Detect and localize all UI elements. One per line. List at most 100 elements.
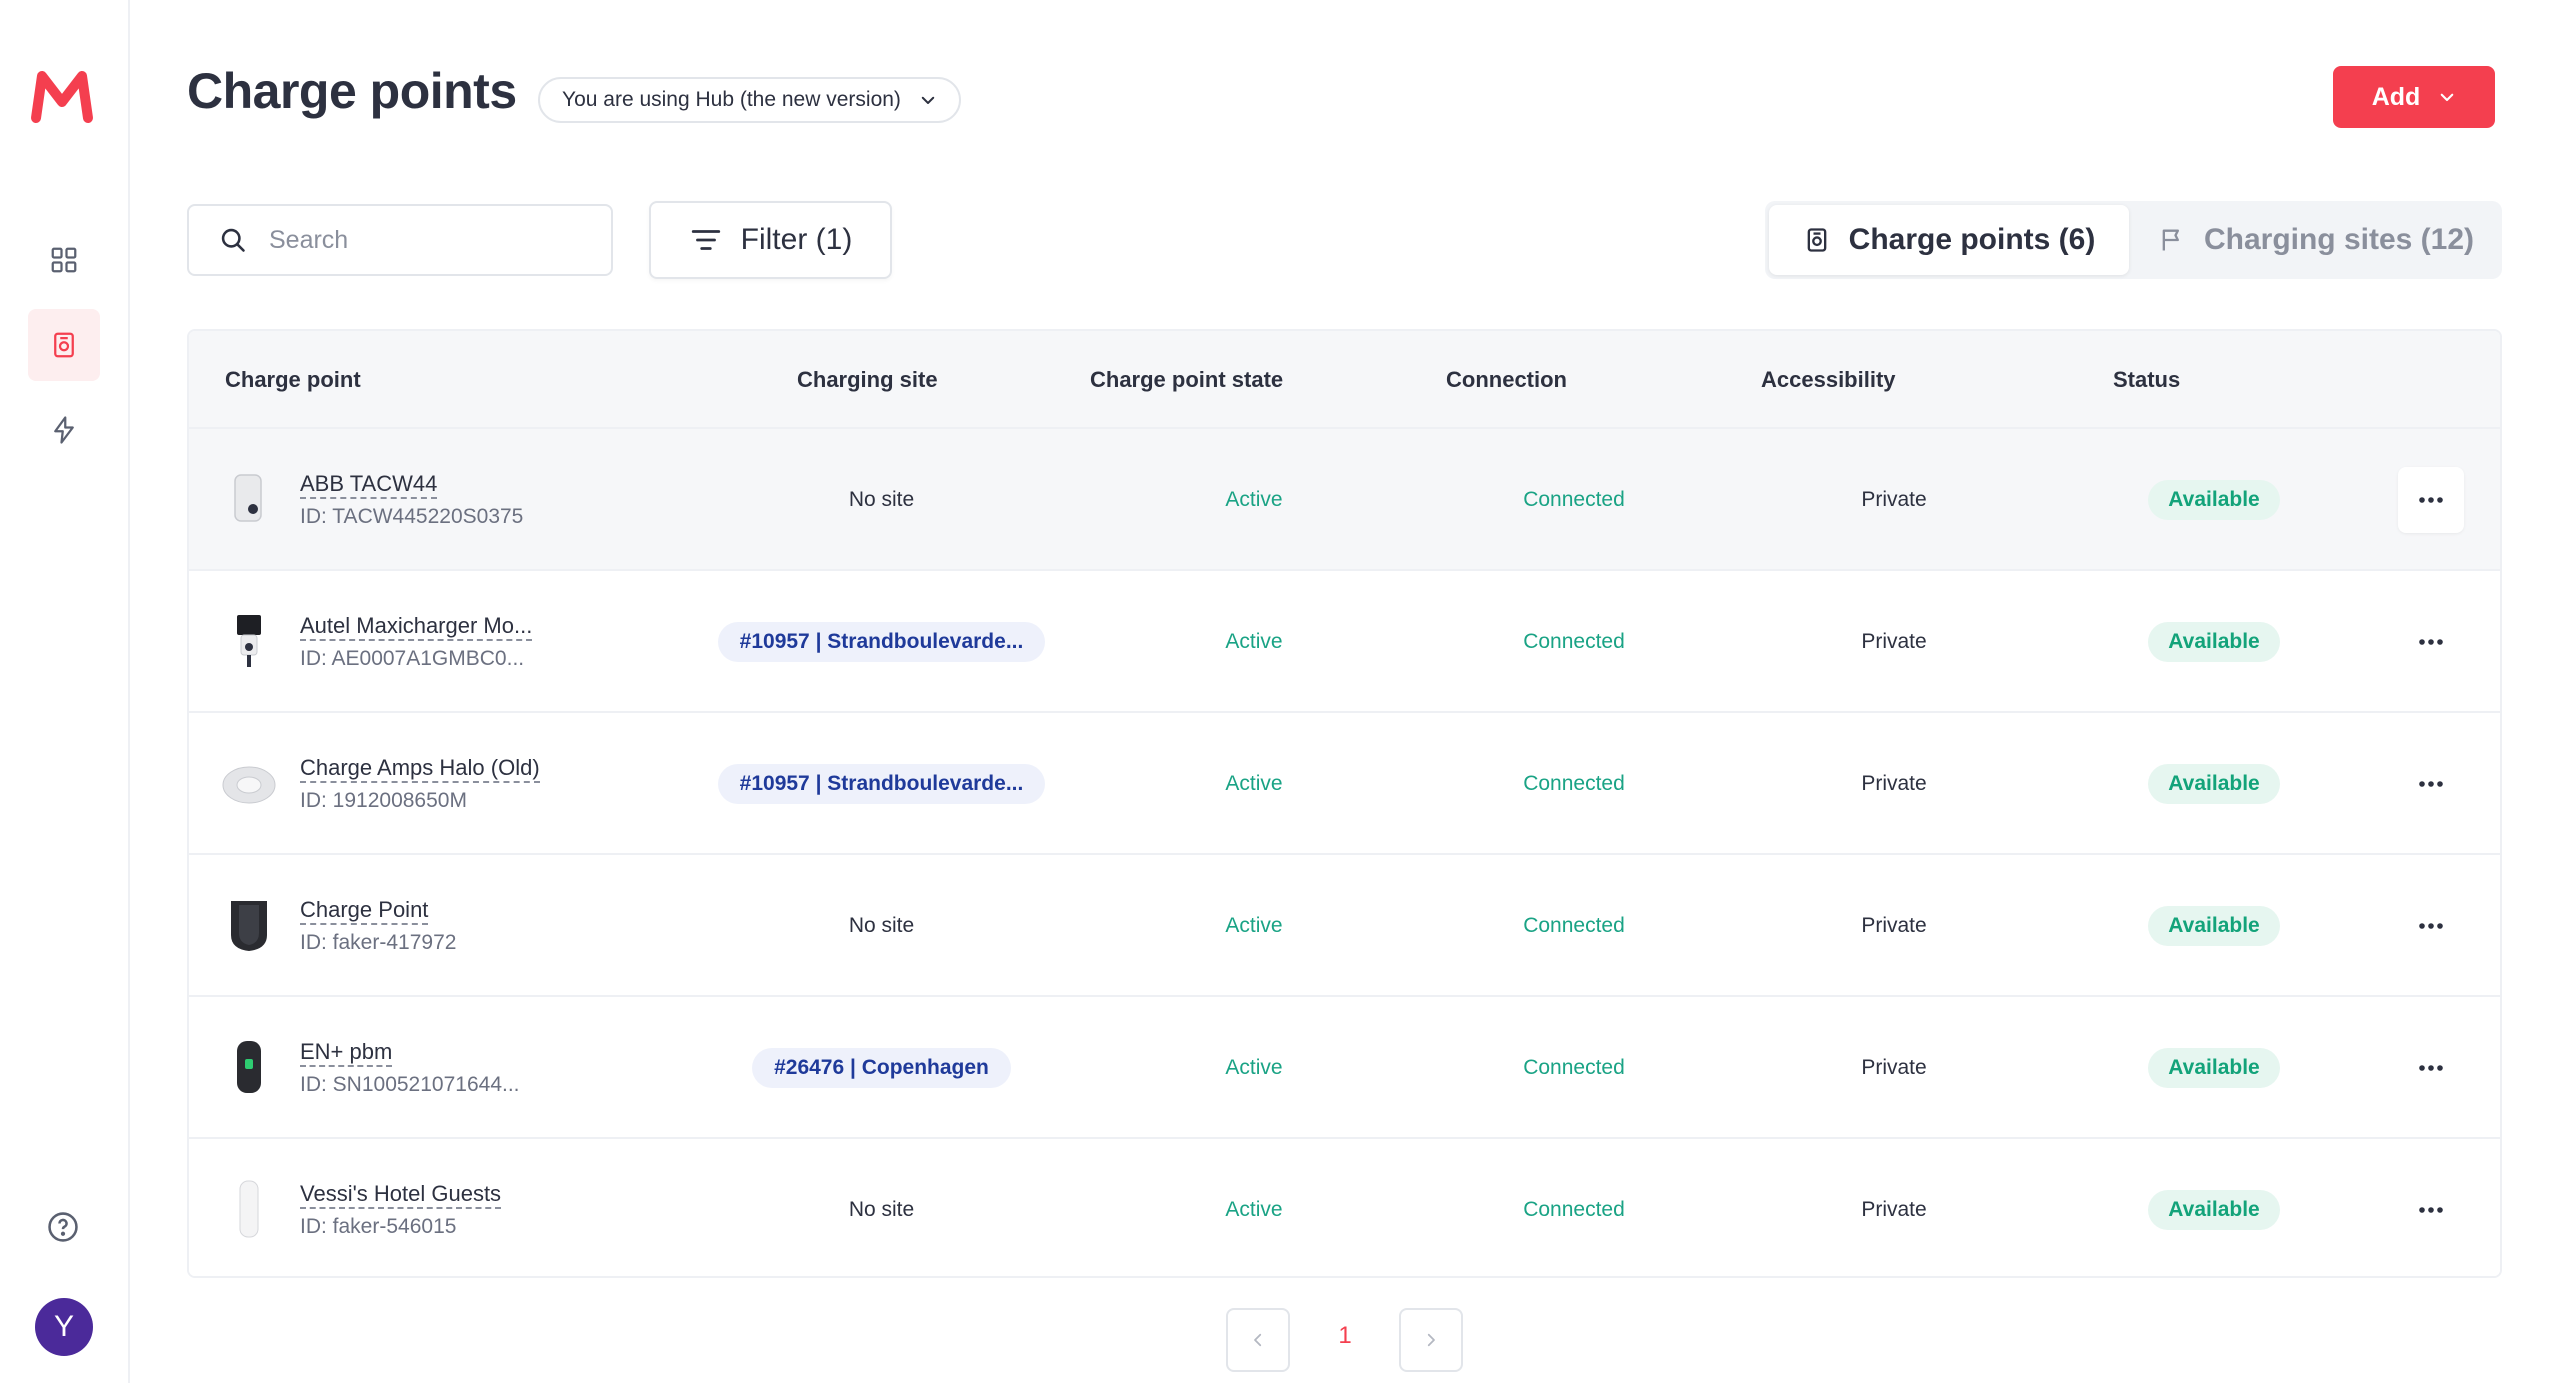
row-actions-button[interactable] [2398,609,2464,675]
charging-site-cell: No site [669,1139,1094,1276]
filter-icon [691,230,720,250]
status-badge: Available [2148,906,2280,946]
more-horizontal-icon [2419,497,2443,503]
charging-site-cell: #10957 | Strandboulevarde... [669,571,1094,713]
connection-status: Connected [1523,1198,1625,1221]
accessibility: Private [1861,1198,1927,1221]
search-input[interactable] [269,225,589,255]
table-row[interactable]: Autel Maxicharger Mo... ID: AE0007A1GMBC… [189,571,2500,713]
charge-point-name[interactable]: Vessi's Hotel Guests [300,1181,502,1209]
connection-status: Connected [1523,488,1625,511]
charge-point-state: Active [1225,914,1283,937]
charge-point-id: ID: SN100521071644... [300,1073,520,1096]
help-circle-icon[interactable] [46,1210,80,1244]
charge-point-id: ID: faker-546015 [300,1215,457,1238]
tab-charging-sites-label: Charging sites (12) [2203,223,2475,256]
more-horizontal-icon [2419,923,2443,929]
add-button[interactable]: Add [2333,66,2495,128]
search-icon [221,228,245,252]
row-actions-button[interactable] [2398,893,2464,959]
charge-point-id: ID: TACW445220S0375 [300,505,524,528]
status-badge: Available [2148,1190,2280,1230]
charge-point-id: ID: AE0007A1GMBC0... [300,647,525,670]
sidebar-item-charge-points[interactable] [28,309,100,381]
chevron-down-icon [2440,93,2454,102]
charge-point-state: Active [1225,488,1283,511]
column-header[interactable]: Charge point state [1090,367,1283,393]
column-header[interactable]: Status [2113,367,2180,393]
connection-status: Connected [1523,630,1625,653]
charging-site-cell: #10957 | Strandboulevarde... [669,713,1094,855]
charging-site-cell: No site [669,855,1094,997]
tab-charge-points[interactable]: Charge points (6) [1769,205,2129,275]
table-row[interactable]: Charge Amps Halo (Old) ID: 1912008650M #… [189,713,2500,855]
status-cell: Available [2054,713,2374,855]
status-badge: Available [2148,764,2280,804]
column-header[interactable]: Accessibility [1761,367,1896,393]
status-cell: Available [2054,855,2374,997]
version-selector[interactable]: You are using Hub (the new version) [538,77,961,123]
charge-point-name[interactable]: ABB TACW44 [300,471,438,499]
table-row[interactable]: Vessi's Hotel Guests ID: faker-546015 No… [189,1139,2500,1276]
charge-point-icon [54,332,74,358]
view-switcher: Charge points (6) Charging sites (12) [1765,201,2502,279]
status-cell: Available [2054,1139,2374,1276]
column-header[interactable]: Charge point [225,367,361,393]
connection-status: Connected [1523,914,1625,937]
filter-label: Filter (1) [740,223,853,256]
connection-status: Connected [1523,1056,1625,1079]
charge-point-id: ID: 1912008650M [300,789,467,812]
charge-point-state: Active [1225,1198,1283,1221]
accessibility: Private [1861,1056,1927,1079]
charger-thumbnail-icon [239,1180,259,1238]
accessibility: Private [1861,488,1927,511]
more-horizontal-icon [2419,639,2443,645]
charge-point-name[interactable]: Autel Maxicharger Mo... [300,613,533,641]
charge-point-name[interactable]: EN+ pbm [300,1039,393,1067]
charging-site-text: No site [848,1198,915,1221]
lightning-icon [54,416,74,444]
charge-point-state: Active [1225,772,1283,795]
charger-thumbnail-icon [231,901,267,951]
charger-thumbnail-icon [222,766,276,804]
table-row[interactable]: ABB TACW44 ID: TACW445220S0375 No site A… [189,429,2500,571]
status-cell: Available [2054,997,2374,1139]
charger-thumbnail-icon [237,615,261,667]
column-header[interactable]: Charging site [797,367,938,393]
accessibility: Private [1861,630,1927,653]
more-horizontal-icon [2419,1065,2443,1071]
charge-point-icon [1807,228,1826,252]
tab-charging-sites[interactable]: Charging sites (12) [2135,205,2497,275]
add-label: Add [2371,82,2421,111]
charging-site-text: No site [848,914,915,937]
chevron-right-icon [1427,1333,1435,1347]
charge-point-name[interactable]: Charge Amps Halo (Old) [300,755,540,783]
page-number[interactable]: 1 [1322,1322,1368,1350]
charging-site-link[interactable]: #10957 | Strandboulevarde... [717,622,1046,662]
charge-point-name[interactable]: Charge Point [300,897,429,925]
column-header[interactable]: Connection [1446,367,1567,393]
status-cell: Available [2054,571,2374,713]
next-page-button[interactable] [1399,1308,1463,1372]
sidebar: Y [0,0,130,1383]
sidebar-item-sessions[interactable] [28,394,100,466]
logo-icon[interactable] [30,66,94,126]
search-box[interactable] [187,204,613,276]
connection-status: Connected [1523,772,1625,795]
more-horizontal-icon [2419,1207,2443,1213]
charging-site-cell: #26476 | Copenhagen [669,997,1094,1139]
tab-charge-points-label: Charge points (6) [1848,223,2096,256]
charging-site-link[interactable]: #10957 | Strandboulevarde... [717,764,1046,804]
filter-button[interactable]: Filter (1) [649,201,892,279]
table-row[interactable]: Charge Point ID: faker-417972 No site Ac… [189,855,2500,997]
table-row[interactable]: EN+ pbm ID: SN100521071644... #26476 | C… [189,997,2500,1139]
sidebar-item-dashboard[interactable] [28,224,100,296]
avatar[interactable]: Y [35,1298,93,1356]
row-actions-button[interactable] [2398,1035,2464,1101]
more-horizontal-icon [2419,781,2443,787]
charging-site-link[interactable]: #26476 | Copenhagen [752,1048,1011,1088]
row-actions-button[interactable] [2398,1177,2464,1243]
row-actions-button[interactable] [2398,467,2464,533]
row-actions-button[interactable] [2398,751,2464,817]
previous-page-button[interactable] [1226,1308,1290,1372]
